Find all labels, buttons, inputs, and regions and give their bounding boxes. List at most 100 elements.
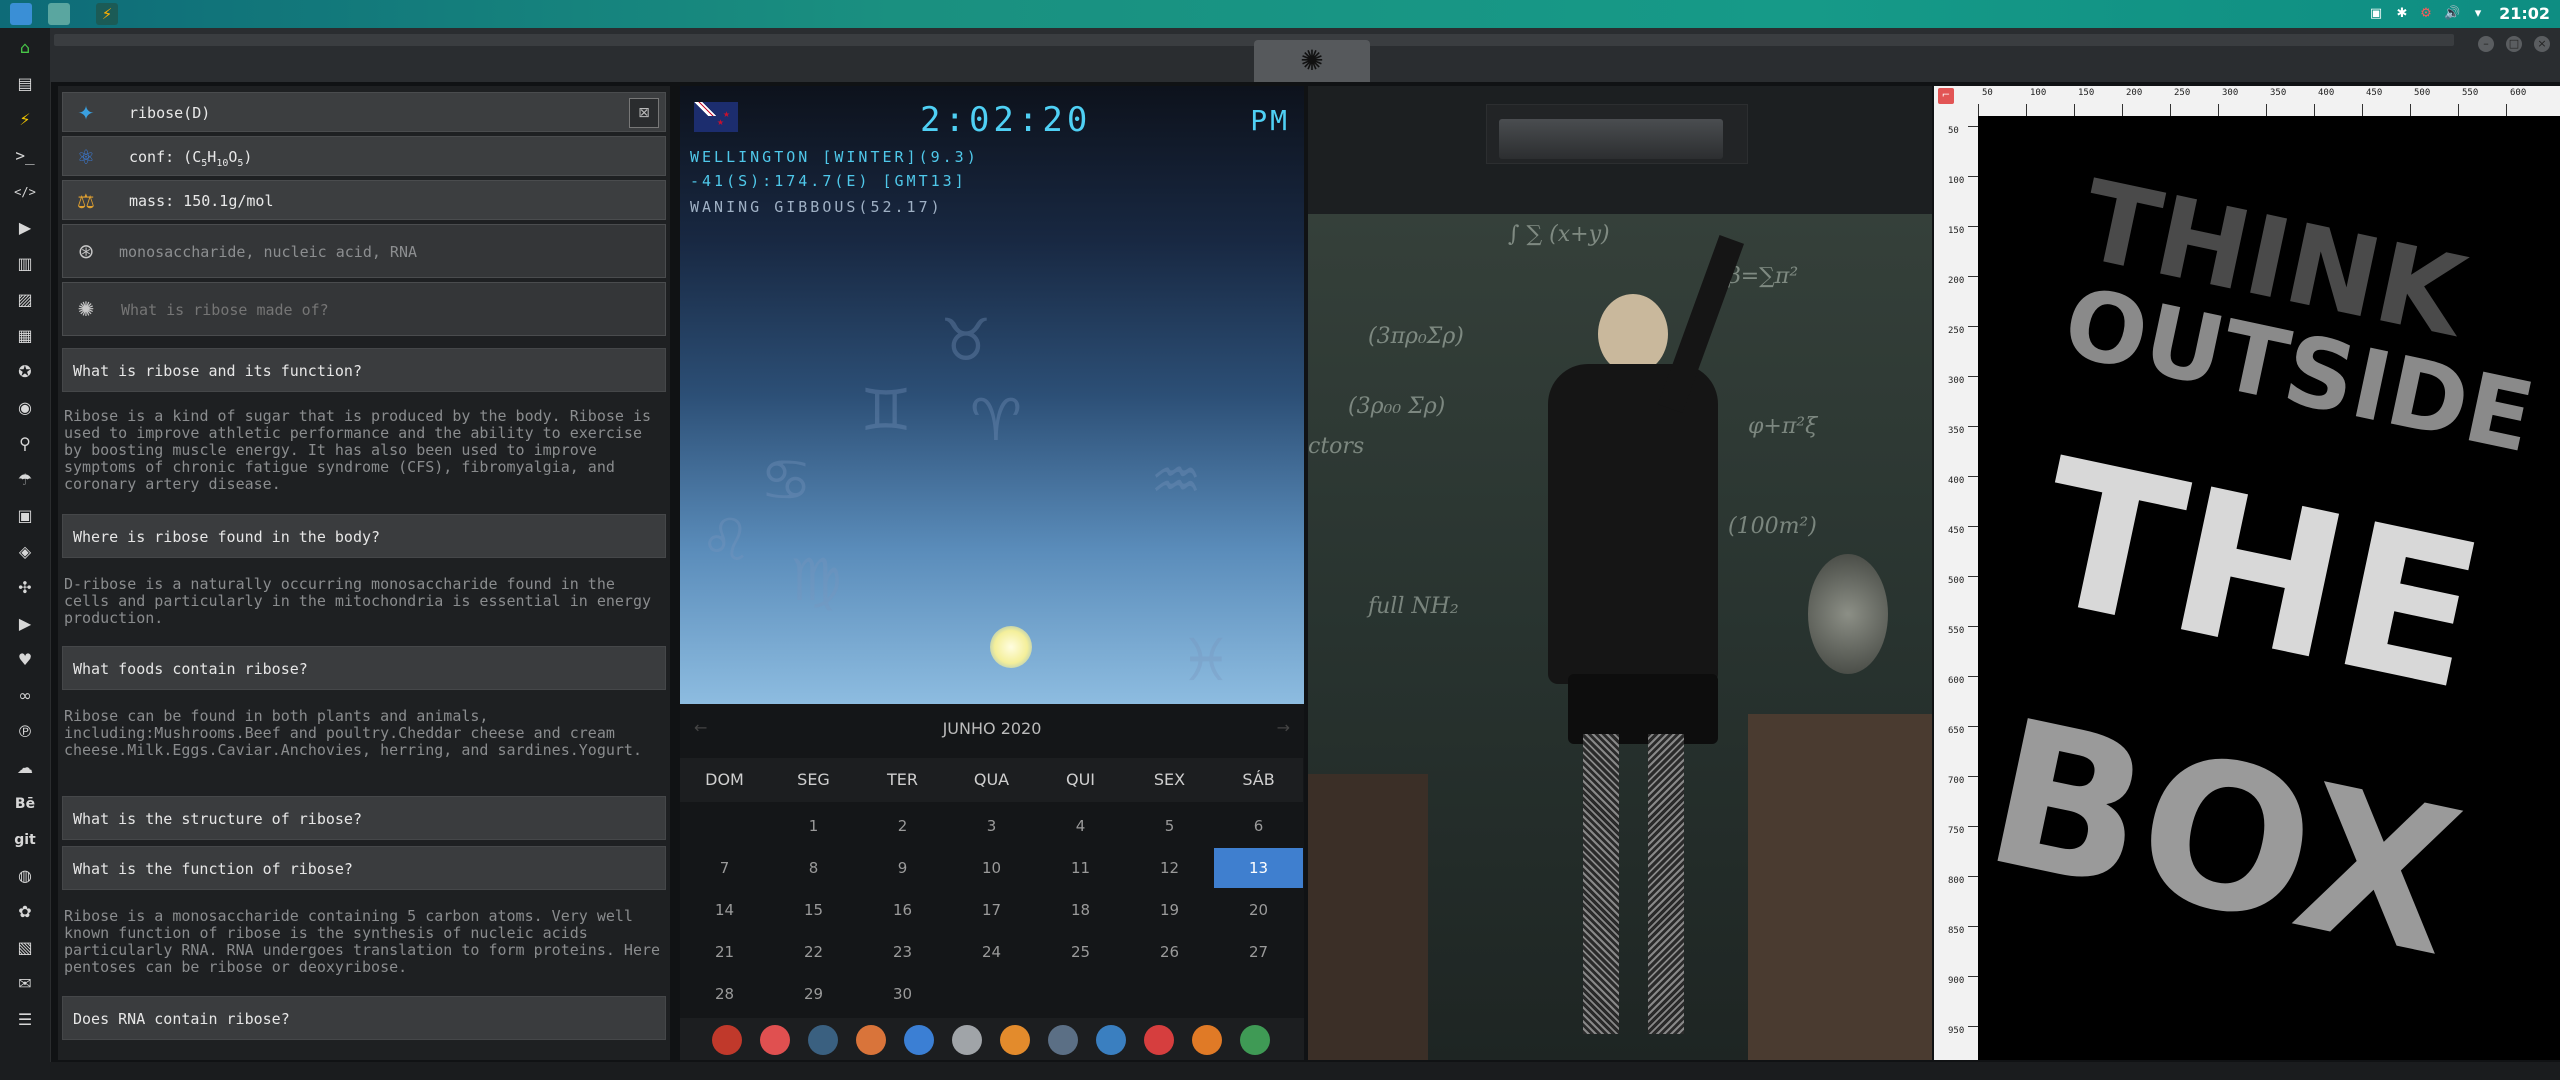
calendar-day[interactable]: 5 [1125, 806, 1214, 846]
calendar-app-icon[interactable] [1144, 1025, 1174, 1055]
clock[interactable]: 21:02 [2499, 4, 2550, 23]
calendar-day[interactable]: 10 [947, 848, 1036, 888]
github-icon[interactable]: ◍ [13, 864, 37, 888]
minimize-button[interactable]: – [2478, 36, 2494, 52]
globe-icon[interactable]: ◉ [13, 396, 37, 420]
youtube-icon[interactable]: ▶ [13, 612, 37, 636]
prompt-icon[interactable] [1192, 1025, 1222, 1055]
pinterest-icon[interactable]: ℗ [13, 720, 37, 744]
image-icon[interactable]: ▨ [13, 288, 37, 312]
calendar-day[interactable]: 4 [1036, 806, 1125, 846]
faq-question-2[interactable]: Where is ribose found in the body? [62, 514, 666, 558]
calendar-day[interactable]: 25 [1036, 932, 1125, 972]
horizontal-ruler[interactable]: 50 100 150 200 250 300 350 400 450 500 550 600 [1978, 86, 2560, 116]
maximize-button[interactable]: □ [2506, 36, 2522, 52]
calendar-icon[interactable]: ▦ [13, 324, 37, 348]
map-icon[interactable]: ▧ [13, 936, 37, 960]
ruler-corner-icon[interactable]: ⌐ [1938, 88, 1954, 104]
launcher-icon[interactable] [712, 1025, 742, 1055]
calendar-day[interactable]: 27 [1214, 932, 1303, 972]
faq-question-4[interactable]: What is the structure of ribose? [62, 796, 666, 840]
cloud-icon[interactable]: ☁ [13, 756, 37, 780]
image-viewer-icon[interactable] [856, 1025, 886, 1055]
terminal-icon[interactable]: >_ [13, 144, 37, 168]
calendar-day[interactable]: 21 [680, 932, 769, 972]
faq-question-5[interactable]: What is the function of ribose? [62, 846, 666, 890]
mail-icon[interactable]: ✉ [13, 972, 37, 996]
expand-icon[interactable]: ⊠ [629, 98, 659, 128]
calendar-day[interactable]: 9 [858, 848, 947, 888]
calendar-day[interactable]: 20 [1214, 890, 1303, 930]
next-month-button[interactable]: → [1277, 718, 1290, 737]
question-search-input[interactable] [119, 297, 643, 323]
calendar-day[interactable]: 6 [1214, 806, 1303, 846]
bluetooth-icon[interactable]: ✱ [2394, 6, 2410, 22]
umbrella-icon[interactable]: ☂ [13, 468, 37, 492]
question-search-row[interactable]: ✺ [62, 282, 666, 336]
translate-icon[interactable] [904, 1025, 934, 1055]
prev-month-button[interactable]: ← [694, 718, 707, 737]
calendar-day[interactable]: 16 [858, 890, 947, 930]
compass-icon[interactable]: ✪ [13, 360, 37, 384]
cube-icon[interactable]: ✿ [13, 900, 37, 924]
book-icon[interactable]: ▥ [13, 252, 37, 276]
close-button[interactable]: × [2534, 36, 2550, 52]
document-icon[interactable]: ▤ [13, 72, 37, 96]
news-icon[interactable] [952, 1025, 982, 1055]
rebel-logo-icon[interactable]: ✺ [1254, 40, 1370, 82]
calendar-day[interactable]: 12 [1125, 848, 1214, 888]
magnifier-icon[interactable] [1000, 1025, 1030, 1055]
calendar-day[interactable]: 18 [1036, 890, 1125, 930]
calendar-day[interactable]: 11 [1036, 848, 1125, 888]
puzzle-icon[interactable]: ✣ [13, 576, 37, 600]
calendar-day[interactable]: 3 [947, 806, 1036, 846]
update-icon[interactable]: ⚙ [2418, 6, 2434, 22]
server-icon[interactable]: ☰ [13, 1008, 37, 1032]
code-icon[interactable]: </> [13, 180, 37, 204]
faq-question-6[interactable]: Does RNA contain ribose? [62, 996, 666, 1040]
tag-icon[interactable]: ◈ [13, 540, 37, 564]
search-icon[interactable]: ⚲ [13, 432, 37, 456]
photo-control-button[interactable] [1486, 104, 1748, 164]
home-icon[interactable]: ⌂ [13, 36, 37, 60]
tags-row: ⊛ monosaccharide, nucleic acid, RNA [62, 224, 666, 278]
sublime-icon[interactable]: ⚡ [96, 3, 118, 25]
calendar-day[interactable]: 22 [769, 932, 858, 972]
vertical-ruler[interactable]: ⌐ 50 100 150 200 250 300 350 400 450 500 550 600 650… [1934, 86, 1978, 1060]
play-icon[interactable]: ▶ [13, 216, 37, 240]
hourglass-icon[interactable] [760, 1025, 790, 1055]
calendar-day[interactable]: 7 [680, 848, 769, 888]
calendar-day[interactable]: 1 [769, 806, 858, 846]
calendar-day[interactable]: 8 [769, 848, 858, 888]
contact-icon[interactable]: ▣ [13, 504, 37, 528]
calendar-day[interactable]: 23 [858, 932, 947, 972]
faq-question-3[interactable]: What foods contain ribose? [62, 646, 666, 690]
calendar-day[interactable]: 30 [858, 974, 947, 1014]
calendar-day[interactable]: 28 [680, 974, 769, 1014]
git-icon[interactable]: git [13, 828, 37, 852]
calendar-day[interactable]: 17 [947, 890, 1036, 930]
calendar-day[interactable]: 26 [1125, 932, 1214, 972]
yandex-icon[interactable] [1240, 1025, 1270, 1055]
terminal-app-icon[interactable] [48, 3, 70, 25]
calendar-day[interactable]: 24 [947, 932, 1036, 972]
calendar-day[interactable]: 29 [769, 974, 858, 1014]
bolt-icon[interactable]: ⚡ [13, 108, 37, 132]
calendar-day[interactable]: 2 [858, 806, 947, 846]
files-icon[interactable] [10, 3, 32, 25]
earth-icon[interactable] [808, 1025, 838, 1055]
clock-icon[interactable] [1048, 1025, 1078, 1055]
calendar-day[interactable]: 14 [680, 890, 769, 930]
web-icon[interactable] [1096, 1025, 1126, 1055]
wifi-icon[interactable]: ▾ [2470, 6, 2486, 22]
heart-icon[interactable]: ♥ [13, 648, 37, 672]
behance-icon[interactable]: Bē [13, 792, 37, 816]
faq-question-1[interactable]: What is ribose and its function? [62, 348, 666, 392]
sun-icon [990, 626, 1032, 668]
calendar-day-selected[interactable]: 13 [1214, 848, 1303, 888]
screenshot-icon[interactable]: ▣ [2368, 6, 2384, 22]
calendar-day[interactable]: 15 [769, 890, 858, 930]
calendar-day[interactable]: 19 [1125, 890, 1214, 930]
volume-icon[interactable]: 🔊 [2444, 6, 2460, 22]
link-icon[interactable]: ∞ [13, 684, 37, 708]
